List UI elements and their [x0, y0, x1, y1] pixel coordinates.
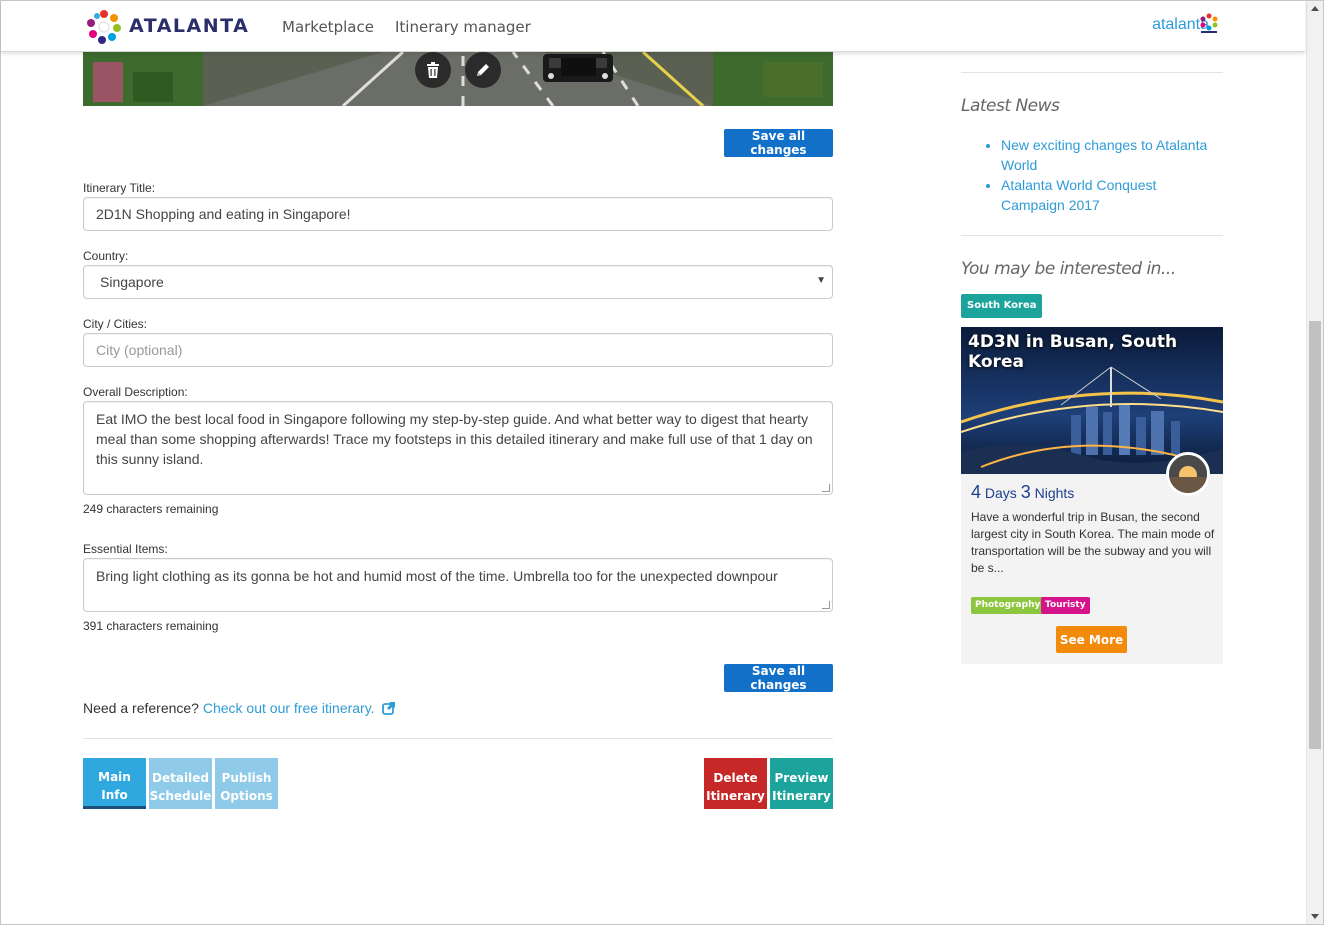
news-link[interactable]: New exciting changes to Atalanta World [1001, 137, 1207, 173]
reference-line: Need a reference? Check out our free iti… [83, 700, 396, 716]
chevron-down-icon: ▼ [816, 275, 826, 286]
see-more-button[interactable]: See More [1056, 626, 1127, 653]
city-input[interactable]: City (optional) [83, 333, 833, 367]
news-link[interactable]: Atalanta World Conquest Campaign 2017 [1001, 177, 1156, 213]
pencil-icon [477, 64, 489, 76]
suggested-itinerary-card[interactable]: 4D3N in Busan, South Korea 4 Days 3 Nigh… [961, 327, 1223, 664]
nav-marketplace[interactable]: Marketplace [282, 18, 374, 36]
tag-touristy[interactable]: Touristy [1041, 597, 1090, 614]
days-count: 4 [971, 482, 982, 502]
card-duration: 4 Days 3 Nights [971, 482, 1074, 503]
scroll-up-icon[interactable] [1311, 6, 1319, 11]
tab-publish-options[interactable]: Publish Options [215, 758, 278, 809]
nights-label: Nights [1034, 485, 1075, 501]
description-label: Overall Description: [83, 385, 188, 399]
days-label: Days [984, 485, 1017, 501]
reference-prefix: Need a reference? [83, 700, 199, 716]
delete-itinerary-line1: Delete [713, 771, 758, 785]
preview-itinerary-line2: Itinerary [772, 789, 831, 803]
tab-main-info-line1: Main [98, 769, 131, 784]
itinerary-title-label: Itinerary Title: [83, 181, 156, 195]
news-list: New exciting changes to Atalanta World A… [985, 135, 1221, 215]
resize-handle-icon[interactable] [822, 601, 830, 609]
news-item: New exciting changes to Atalanta World [1001, 135, 1221, 175]
external-link-icon[interactable] [382, 701, 396, 715]
delete-image-button[interactable] [415, 52, 451, 88]
delete-itinerary-line2: Itinerary [706, 789, 765, 803]
brand-logo[interactable]: ATALANTA [85, 7, 249, 45]
tab-publish-options-line2: Options [220, 789, 273, 803]
user-avatar-icon[interactable] [1197, 11, 1221, 35]
free-itinerary-link[interactable]: Check out our free itinerary. [203, 700, 375, 716]
essential-items-char-count: 391 characters remaining [83, 619, 219, 633]
brand-name: ATALANTA [129, 15, 250, 37]
resize-handle-icon[interactable] [822, 484, 830, 492]
interested-heading: You may be interested in... [961, 259, 1176, 279]
nights-count: 3 [1020, 482, 1031, 502]
preview-itinerary-button[interactable]: Preview Itinerary [770, 758, 833, 809]
preview-itinerary-line1: Preview [774, 771, 829, 785]
itinerary-title-input[interactable]: 2D1N Shopping and eating in Singapore! [83, 197, 833, 231]
scroll-down-icon[interactable] [1311, 914, 1319, 919]
tab-publish-options-line1: Publish [221, 771, 272, 785]
sidebar-divider [961, 235, 1223, 236]
country-selected-value: Singapore [100, 274, 164, 290]
edit-image-button[interactable] [465, 52, 501, 88]
essential-items-textarea[interactable]: Bring light clothing as its gonna be hot… [83, 558, 833, 612]
page-scrollbar[interactable] [1306, 1, 1323, 924]
card-description: Have a wonderful trip in Busan, the seco… [971, 510, 1215, 575]
atalanta-logo-icon [87, 10, 121, 44]
save-all-changes-button-bottom[interactable]: Save all changes [724, 664, 833, 692]
country-select[interactable]: Singapore ▼ [83, 265, 833, 299]
description-textarea[interactable]: Eat IMO the best local food in Singapore… [83, 401, 833, 495]
author-avatar[interactable] [1166, 452, 1210, 496]
description-char-count: 249 characters remaining [83, 502, 219, 516]
delete-itinerary-button[interactable]: Delete Itinerary [704, 758, 767, 809]
tab-detailed-schedule-line1: Detailed [152, 771, 209, 785]
sidebar-divider [961, 72, 1223, 73]
itinerary-cover-image [83, 52, 833, 106]
news-item: Atalanta World Conquest Campaign 2017 [1001, 175, 1221, 215]
card-title: 4D3N in Busan, South Korea [968, 332, 1178, 372]
top-navbar: ATALANTA Marketplace Itinerary manager a… [1, 1, 1305, 52]
essential-items-label: Essential Items: [83, 542, 168, 556]
tab-main-info-line2: Info [101, 787, 128, 802]
tab-detailed-schedule[interactable]: Detailed Schedule [149, 758, 212, 809]
latest-news-heading: Latest News [961, 96, 1060, 116]
country-tag[interactable]: South Korea [961, 294, 1043, 318]
city-label: City / Cities: [83, 317, 148, 331]
essential-items-text: Bring light clothing as its gonna be hot… [96, 568, 778, 584]
country-label: Country: [83, 249, 129, 263]
section-divider [83, 738, 833, 739]
save-all-changes-button-top[interactable]: Save all changes [724, 129, 833, 157]
scroll-thumb[interactable] [1309, 321, 1321, 749]
tag-photography[interactable]: Photography [971, 597, 1045, 614]
nav-itinerary-manager[interactable]: Itinerary manager [395, 18, 531, 36]
tab-main-info[interactable]: Main Info [83, 758, 146, 809]
trash-icon [427, 62, 439, 78]
description-text: Eat IMO the best local food in Singapore… [96, 411, 813, 467]
tab-detailed-schedule-line2: Schedule [149, 789, 212, 803]
